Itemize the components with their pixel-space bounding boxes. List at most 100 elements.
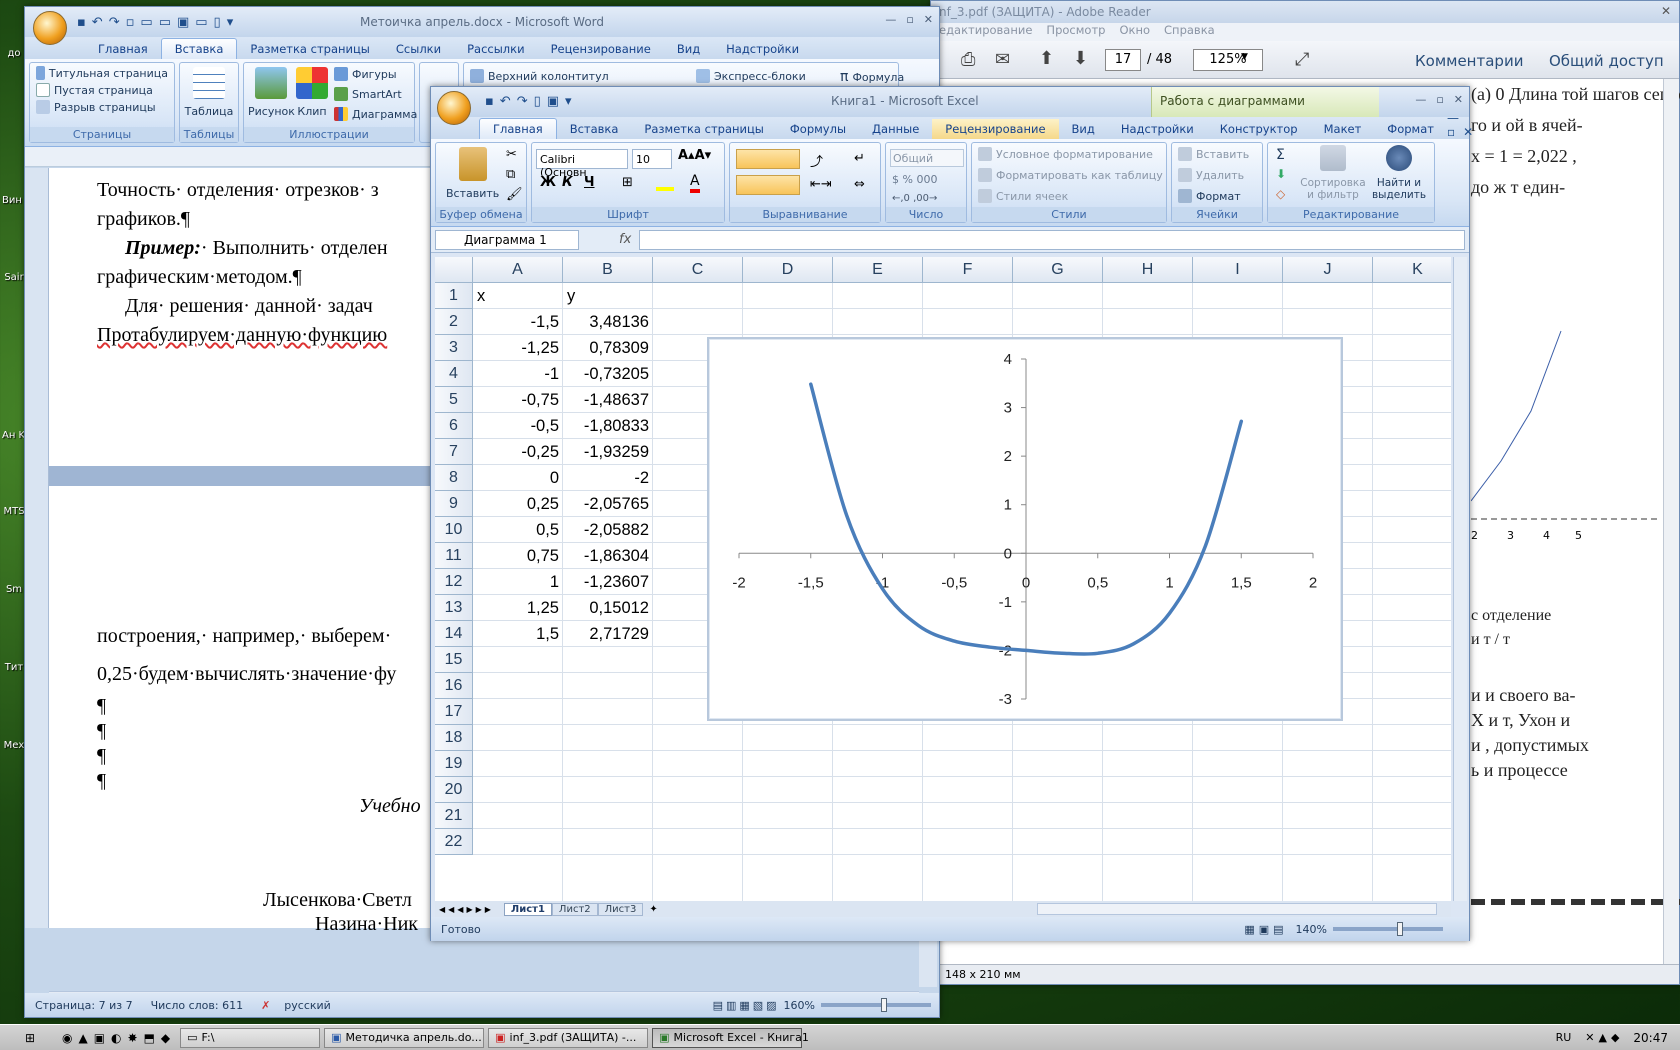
row-header[interactable]: 14 <box>435 621 473 647</box>
column-header[interactable]: K <box>1373 257 1451 283</box>
reader-menu-item[interactable]: Просмотр <box>1046 23 1105 41</box>
cell-A6[interactable]: -0,5 <box>473 413 563 439</box>
cell-A3[interactable]: -1,25 <box>473 335 563 361</box>
zoom-level[interactable]: 140% <box>1296 923 1327 936</box>
fx-icon[interactable]: fx <box>619 232 631 247</box>
cell-A11[interactable]: 0,75 <box>473 543 563 569</box>
doc-paragraph[interactable]: построения,· например,· выберем· <box>97 622 391 651</box>
smartart-button[interactable]: SmartArt <box>334 87 402 101</box>
reader-menu-item[interactable]: Окно <box>1119 23 1150 41</box>
font-color-icon[interactable]: A <box>690 173 700 193</box>
cell-B13[interactable]: 0,15012 <box>563 595 653 621</box>
doc-paragraph[interactable]: Точность· отделения· отрезков· з <box>97 176 379 205</box>
column-header[interactable]: J <box>1283 257 1373 283</box>
cell-B5[interactable]: -1,48637 <box>563 387 653 413</box>
header-button[interactable]: Верхний колонтитул <box>470 69 609 83</box>
cell-B10[interactable]: -2,05882 <box>563 517 653 543</box>
reader-scrollbar[interactable] <box>1663 79 1679 964</box>
sheet-tab-3[interactable]: Лист3 <box>597 902 644 916</box>
cell-B2[interactable]: 3,48136 <box>563 309 653 335</box>
doc-paragraph[interactable]: Протабулируем·данную·функцию <box>97 321 387 350</box>
merge-icon[interactable]: ⇔ <box>854 177 865 192</box>
row-header[interactable]: 21 <box>435 803 473 829</box>
horizontal-scrollbar[interactable] <box>1037 903 1437 915</box>
quick-parts-button[interactable]: Экспресс-блоки <box>696 69 806 83</box>
desktop-icon-label[interactable]: Вин Wi <box>2 195 26 206</box>
view-buttons[interactable]: ▤▥▦▧▨ <box>713 999 780 1012</box>
column-header[interactable]: C <box>653 257 743 283</box>
align-top-button[interactable] <box>736 149 800 169</box>
maximize-icon[interactable]: ▫ <box>1436 93 1443 106</box>
conditional-formatting-button[interactable]: Условное форматирование <box>978 147 1153 161</box>
cell-A8[interactable]: 0 <box>473 465 563 491</box>
word-count[interactable]: Число слов: 611 <box>151 999 244 1012</box>
tab-mailings[interactable]: Рассылки <box>454 39 537 59</box>
vertical-scrollbar[interactable] <box>1453 257 1467 901</box>
row-header[interactable]: 3 <box>435 335 473 361</box>
italic-button[interactable]: К <box>562 175 573 190</box>
zoom-slider[interactable] <box>821 998 931 1012</box>
row-header[interactable]: 7 <box>435 439 473 465</box>
reader-menu-item[interactable]: Справка <box>1164 23 1215 41</box>
cell-A7[interactable]: -0,25 <box>473 439 563 465</box>
tab-addins[interactable]: Надстройки <box>713 39 812 59</box>
view-buttons[interactable]: ▦▣▤ <box>1244 923 1287 936</box>
cell-B9[interactable]: -2,05765 <box>563 491 653 517</box>
chart-object[interactable]: -2 -1,5 -1 -0,5 0 0,5 1 1,5 2 4 3 2 1 0 -1 -2 -3 <box>707 337 1343 721</box>
minimize-icon[interactable]: — <box>885 13 896 26</box>
doc-paragraph[interactable]: 0,25·будем·вычислять·значение·фу <box>97 660 396 689</box>
desktop-icon-label[interactable]: Тит <box>2 662 26 673</box>
taskbar-item-excel[interactable]: ▣ Microsoft Excel - Книга1 <box>652 1027 809 1048</box>
start-icon[interactable]: ⊞ <box>4 1031 56 1045</box>
column-header[interactable]: F <box>923 257 1013 283</box>
author-line[interactable]: Назина·Ник <box>315 913 418 936</box>
clip-button[interactable]: Клип <box>296 67 328 118</box>
cell-A5[interactable]: -0,75 <box>473 387 563 413</box>
row-header[interactable]: 19 <box>435 751 473 777</box>
cell-B3[interactable]: 0,78309 <box>563 335 653 361</box>
tab-review[interactable]: Рецензирование <box>538 39 664 59</box>
cut-icon[interactable]: ✂ <box>506 147 517 162</box>
row-header[interactable]: 15 <box>435 647 473 673</box>
indent-icon[interactable]: ⇤⇥ <box>810 177 832 192</box>
insert-cells-button[interactable]: Вставить <box>1178 147 1249 161</box>
fill-icon[interactable]: ⬇ <box>1276 167 1286 181</box>
chevron-down-icon[interactable]: ▼ <box>1241 52 1248 62</box>
page-break-button[interactable]: Разрыв страницы <box>36 100 168 114</box>
cell-A9[interactable]: 0,25 <box>473 491 563 517</box>
chart-button[interactable]: Диаграмма <box>334 107 417 121</box>
tab-view[interactable]: Вид <box>1059 119 1108 139</box>
column-header[interactable]: B <box>563 257 653 283</box>
doc-paragraph[interactable]: графиков.¶ <box>97 205 190 234</box>
cell-styles-button[interactable]: Стили ячеек <box>978 189 1068 203</box>
shapes-button[interactable]: Фигуры <box>334 67 397 81</box>
desktop-icon-label[interactable]: MTS <box>2 506 26 517</box>
format-as-table-button[interactable]: Форматировать как таблицу <box>978 168 1163 182</box>
row-header[interactable]: 8 <box>435 465 473 491</box>
zoom-slider[interactable] <box>1333 922 1443 936</box>
row-header[interactable]: 20 <box>435 777 473 803</box>
row-header[interactable]: 18 <box>435 725 473 751</box>
cell-A14[interactable]: 1,5 <box>473 621 563 647</box>
tab-view[interactable]: Вид <box>664 39 713 59</box>
taskbar-item-reader[interactable]: ▣ inf_3.pdf (ЗАЩИТА) -... <box>488 1027 649 1048</box>
clear-icon[interactable]: ◇ <box>1276 187 1285 201</box>
row-header[interactable]: 17 <box>435 699 473 725</box>
row-header[interactable]: 6 <box>435 413 473 439</box>
format-cells-button[interactable]: Формат <box>1178 189 1241 203</box>
desktop-icon-label[interactable]: Мех <box>2 740 26 751</box>
cell-A13[interactable]: 1,25 <box>473 595 563 621</box>
picture-button[interactable]: Рисунок <box>248 67 295 118</box>
tab-layout[interactable]: Макет <box>1311 119 1375 139</box>
reader-menu-item[interactable]: едактирование <box>939 23 1032 41</box>
column-header[interactable]: G <box>1013 257 1103 283</box>
formula-input[interactable] <box>639 229 1465 250</box>
row-header[interactable]: 2 <box>435 309 473 335</box>
expand-icon[interactable]: ⤢ <box>1295 49 1309 70</box>
row-header[interactable]: 10 <box>435 517 473 543</box>
orientation-icon[interactable]: ⤴ <box>810 151 823 170</box>
tray-icons[interactable]: ✕▲◆ <box>1585 1031 1623 1044</box>
cell-B7[interactable]: -1,93259 <box>563 439 653 465</box>
sheet-nav-icons[interactable]: ◀◀◀▶▶▶ <box>439 905 494 914</box>
row-header[interactable]: 22 <box>435 829 473 855</box>
